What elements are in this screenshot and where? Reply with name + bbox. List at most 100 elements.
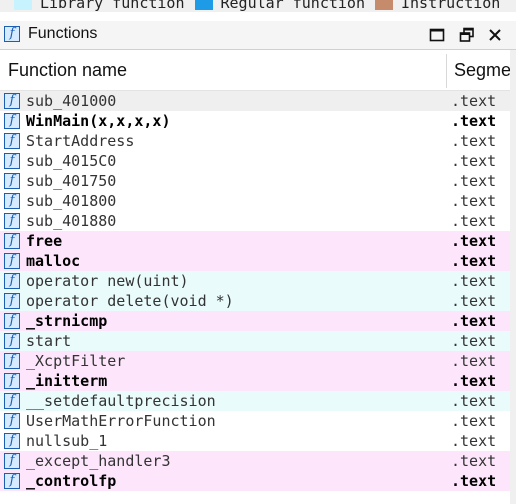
maximize-icon <box>429 28 445 42</box>
table-row[interactable]: f free .text <box>0 231 510 251</box>
segment-cell: .text <box>451 352 497 370</box>
function-name-cell: _except_handler3 <box>26 452 171 470</box>
function-icon: f <box>4 133 20 149</box>
table-row[interactable]: f sub_401800 .text <box>0 191 510 211</box>
function-icon: f <box>4 193 20 209</box>
segment-cell: .text <box>451 432 497 450</box>
function-name-cell: start <box>26 332 72 350</box>
function-icon: f <box>4 313 20 329</box>
table-row[interactable]: f WinMain(x,x,x,x) .text <box>0 111 510 131</box>
segment-cell: .text <box>451 92 497 110</box>
segment-cell: .text <box>451 252 497 270</box>
column-separator[interactable] <box>446 54 447 88</box>
segment-cell: .text <box>451 372 497 390</box>
legend-label: Instruction <box>401 0 501 12</box>
segment-cell: .text <box>451 472 497 490</box>
function-name-cell: StartAddress <box>26 132 135 150</box>
legend-label: Library function <box>40 0 185 12</box>
table-row[interactable]: f operator new(uint) .text <box>0 271 510 291</box>
function-icon: f <box>4 453 20 469</box>
segment-cell: .text <box>451 452 497 470</box>
table-row[interactable]: f UserMathErrorFunction .text <box>0 411 510 431</box>
function-icon: f <box>4 353 20 369</box>
float-icon <box>459 27 474 42</box>
segment-cell: .text <box>451 132 497 150</box>
segment-cell: .text <box>451 232 497 250</box>
function-name-cell: sub_4015C0 <box>26 152 117 170</box>
function-name-cell: operator new(uint) <box>26 272 189 290</box>
segment-cell: .text <box>451 412 497 430</box>
function-icon: f <box>4 213 20 229</box>
function-name-cell: nullsub_1 <box>26 432 108 450</box>
table-row[interactable]: f _except_handler3 .text <box>0 451 510 471</box>
column-header-segment[interactable]: Segme <box>454 60 510 81</box>
legend-item-library: Library function <box>14 0 185 12</box>
function-icon: f <box>4 293 20 309</box>
legend-bar: Library function Regular function Instru… <box>0 0 516 12</box>
maximize-button[interactable] <box>426 24 448 46</box>
table-row[interactable]: f _XcptFilter .text <box>0 351 510 371</box>
function-icon: f <box>4 433 20 449</box>
table-row[interactable]: f start .text <box>0 331 510 351</box>
segment-cell: .text <box>451 172 497 190</box>
function-icon: f <box>4 413 20 429</box>
function-icon: f <box>4 333 20 349</box>
function-icon: f <box>4 26 20 42</box>
legend-swatch-library <box>14 0 32 10</box>
table-row[interactable]: f operator delete(void *) .text <box>0 291 510 311</box>
table-body: f sub_401000 .text f WinMain(x,x,x,x) .text f S… <box>0 91 510 491</box>
function-icon: f <box>4 173 20 189</box>
table-row[interactable]: f sub_401750 .text <box>0 171 510 191</box>
function-name-cell: _strnicmp <box>26 312 108 330</box>
function-icon: f <box>4 153 20 169</box>
function-name-cell: sub_401000 <box>26 92 117 110</box>
segment-cell: .text <box>451 192 497 210</box>
table-row[interactable]: f sub_401880 .text <box>0 211 510 231</box>
close-icon <box>489 29 501 41</box>
function-icon: f <box>4 113 20 129</box>
legend-swatch-regular <box>194 0 213 10</box>
function-name-cell: sub_401750 <box>26 172 117 190</box>
column-header-function-name[interactable]: Function name <box>8 60 438 81</box>
segment-cell: .text <box>451 152 497 170</box>
table-header: Function name Segme <box>0 50 510 91</box>
close-button[interactable] <box>484 24 506 46</box>
table-row[interactable]: f StartAddress .text <box>0 131 510 151</box>
function-name-cell: UserMathErrorFunction <box>26 412 216 430</box>
table-row[interactable]: f nullsub_1 .text <box>0 431 510 451</box>
function-name-cell: sub_401800 <box>26 192 117 210</box>
function-icon: f <box>4 273 20 289</box>
table-row[interactable]: f sub_4015C0 .text <box>0 151 510 171</box>
function-icon: f <box>4 393 20 409</box>
function-name-cell: free <box>26 232 63 250</box>
legend-item-instruction: Instruction <box>375 0 500 12</box>
segment-cell: .text <box>451 332 497 350</box>
table-row[interactable]: f _initterm .text <box>0 371 510 391</box>
segment-cell: .text <box>451 312 497 330</box>
function-name-cell: malloc <box>26 252 81 270</box>
legend-label: Regular function <box>220 0 366 12</box>
table-row[interactable]: f __setdefaultprecision .text <box>0 391 510 411</box>
function-icon: f <box>4 473 20 489</box>
function-icon: f <box>4 253 20 269</box>
panel-title: Functions <box>28 25 98 42</box>
functions-table: Function name Segme f sub_401000 .text f Win… <box>0 50 510 491</box>
table-row[interactable]: f sub_401000 .text <box>0 91 510 111</box>
function-name-cell: WinMain(x,x,x,x) <box>26 112 171 130</box>
function-name-cell: __setdefaultprecision <box>26 392 216 410</box>
function-name-cell: operator delete(void *) <box>26 292 234 310</box>
legend-item-regular: Regular function <box>194 0 366 12</box>
segment-cell: .text <box>451 272 497 290</box>
function-name-cell: _initterm <box>26 372 108 390</box>
function-icon: f <box>4 373 20 389</box>
table-row[interactable]: f _strnicmp .text <box>0 311 510 331</box>
scrollbar-track[interactable] <box>510 50 516 504</box>
segment-cell: .text <box>451 212 497 230</box>
table-row[interactable]: f malloc .text <box>0 251 510 271</box>
segment-cell: .text <box>451 112 497 130</box>
table-row[interactable]: f _controlfp .text <box>0 471 510 491</box>
function-name-cell: _controlfp <box>26 472 117 490</box>
segment-cell: .text <box>451 392 497 410</box>
float-button[interactable] <box>456 24 478 46</box>
function-icon: f <box>4 93 20 109</box>
